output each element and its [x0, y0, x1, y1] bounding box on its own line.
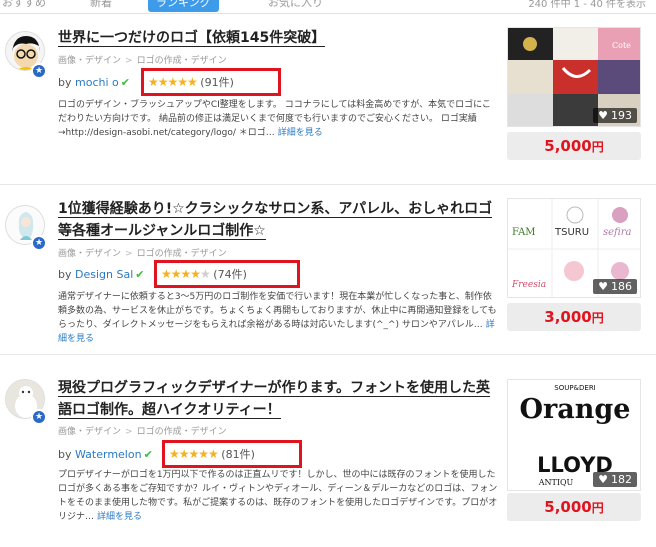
verified-check-icon: ✔: [143, 448, 153, 461]
listing-description: 通常デザイナーに依頼すると3〜5万円のロゴ制作を安価で行います！現在本業が忙しく…: [58, 290, 498, 346]
breadcrumb: 画像・デザイン > ロゴの作成・デザイン: [58, 246, 227, 259]
svg-text:TSURU: TSURU: [554, 227, 589, 238]
favorite-count[interactable]: ♥ 182: [593, 472, 637, 487]
seller-byline: by Design Sal ✔: [58, 267, 144, 283]
service-listing[interactable]: ★ 世界に一つだけのロゴ【依頼145件突破】 画像・デザイン > ロゴの作成・デザイ…: [0, 15, 656, 185]
svg-text:FAM: FAM: [512, 227, 536, 238]
chevron-right-icon: >: [125, 56, 133, 66]
by-label: by: [58, 76, 72, 89]
star-rating-icon: ★★★★★: [161, 267, 211, 281]
seller-rank-badge: ★: [31, 409, 47, 425]
heart-icon: ♥: [598, 473, 608, 486]
svg-text:Cote: Cote: [612, 41, 631, 50]
service-listing[interactable]: ★ 現役プログラフィックデザイナーが作ります。フォントを使用した英語ロゴ制作。超…: [0, 355, 656, 525]
listing-thumbnail[interactable]: Cote ♥ 193: [507, 27, 641, 127]
listing-thumbnail[interactable]: FAM TSURU sefira Freesia ♥ 186: [507, 198, 641, 298]
verified-check-icon: ✔: [120, 76, 130, 89]
review-count: (81件): [221, 448, 255, 461]
result-count: 240 件中 1 - 40 件を表示: [528, 0, 646, 10]
seller-rank-badge: ★: [31, 63, 47, 79]
verified-check-icon: ✔: [135, 268, 145, 281]
star-rating-icon: ★★★★★: [169, 447, 219, 461]
svg-text:Freesia: Freesia: [511, 280, 546, 290]
breadcrumb-subcategory[interactable]: ロゴの作成・デザイン: [137, 56, 227, 66]
currency: 円: [591, 501, 604, 515]
currency: 円: [591, 140, 604, 154]
currency: 円: [591, 311, 604, 325]
listing-title[interactable]: 世界に一つだけのロゴ【依頼145件突破】: [58, 27, 498, 49]
seller-name-link[interactable]: Design Sal: [75, 268, 133, 281]
seller-name-link[interactable]: Watermelon: [75, 448, 142, 461]
favorite-count[interactable]: ♥ 193: [593, 108, 637, 123]
listing-title[interactable]: 1位獲得経験あり!☆クラシックなサロン系、アパレル、おしゃれロゴ等各種オールジャ…: [58, 198, 498, 242]
favorite-count[interactable]: ♥ 186: [593, 279, 637, 294]
svg-text:sefira: sefira: [603, 227, 632, 238]
service-listing[interactable]: ★ 1位獲得経験あり!☆クラシックなサロン系、アパレル、おしゃれロゴ等各種オール…: [0, 185, 656, 355]
details-link[interactable]: 詳細を見る: [97, 512, 142, 522]
breadcrumb-subcategory[interactable]: ロゴの作成・デザイン: [137, 427, 227, 437]
price-tag: 5,000円: [507, 493, 641, 521]
seller-rank-badge: ★: [31, 235, 47, 251]
breadcrumb-subcategory[interactable]: ロゴの作成・デザイン: [137, 249, 227, 259]
tab-new[interactable]: 新着: [90, 0, 112, 10]
rating-highlight-box: ★★★★★ (91件): [141, 68, 281, 96]
price-value: 3,000: [544, 308, 592, 326]
tab-favorites[interactable]: お気に入り: [268, 0, 323, 10]
price-value: 5,000: [544, 498, 592, 516]
listing-thumbnail[interactable]: SOUP&DERI Orange LLOYD ANTIQU ♥ 182: [507, 379, 641, 491]
heart-icon: ♥: [598, 280, 608, 293]
svg-text:SOUP&DERI: SOUP&DERI: [554, 384, 596, 392]
breadcrumb-category[interactable]: 画像・デザイン: [58, 427, 121, 437]
price-tag: 3,000円: [507, 303, 641, 331]
breadcrumb: 画像・デザイン > ロゴの作成・デザイン: [58, 53, 227, 66]
rating-highlight-box: ★★★★★ (74件): [154, 260, 300, 288]
chevron-right-icon: >: [125, 427, 133, 437]
seller-byline: by mochi o ✔: [58, 75, 130, 91]
details-link[interactable]: 詳細を見る: [278, 128, 323, 138]
description-text: ロゴのデザイン・ブラッシュアップやCI整理をします。 ココナラにしては料金高めで…: [58, 100, 491, 138]
listing-title[interactable]: 現役プログラフィックデザイナーが作ります。フォントを使用した英語ロゴ制作。超ハイ…: [58, 377, 498, 421]
rating[interactable]: ★★★★★ (91件): [148, 74, 234, 91]
review-count: (74件): [213, 268, 247, 281]
listing-description: プロデザイナーがロゴを1万円以下で作るのは正直ムリです！しかし、世の中には既存の…: [58, 468, 498, 524]
review-count: (91件): [200, 76, 234, 89]
sort-tab-bar: おすすめ 新着 ランキング お気に入り 240 件中 1 - 40 件を表示: [0, 0, 656, 14]
rating-highlight-box: ★★★★★ (81件): [162, 440, 302, 468]
chevron-right-icon: >: [125, 249, 133, 259]
listing-description: ロゴのデザイン・ブラッシュアップやCI整理をします。 ココナラにしては料金高めで…: [58, 98, 498, 140]
svg-text:ANTIQU: ANTIQU: [538, 478, 574, 487]
star-rating-icon: ★★★★★: [148, 75, 198, 89]
breadcrumb-category[interactable]: 画像・デザイン: [58, 249, 121, 259]
seller-name-link[interactable]: mochi o: [75, 76, 119, 89]
tab-recommended[interactable]: おすすめ: [2, 0, 46, 10]
tab-ranking[interactable]: ランキング: [148, 0, 219, 12]
svg-text:Orange: Orange: [520, 394, 631, 425]
heart-icon: ♥: [598, 109, 608, 122]
breadcrumb: 画像・デザイン > ロゴの作成・デザイン: [58, 424, 227, 437]
description-text: 通常デザイナーに依頼すると3〜5万円のロゴ制作を安価で行います！現在本業が忙しく…: [58, 292, 497, 330]
rating[interactable]: ★★★★★ (81件): [169, 446, 255, 463]
by-label: by: [58, 448, 72, 461]
seller-byline: by Watermelon ✔: [58, 447, 153, 463]
by-label: by: [58, 268, 72, 281]
breadcrumb-category[interactable]: 画像・デザイン: [58, 56, 121, 66]
price-value: 5,000: [544, 137, 592, 155]
rating[interactable]: ★★★★★ (74件): [161, 266, 247, 283]
price-tag: 5,000円: [507, 132, 641, 160]
